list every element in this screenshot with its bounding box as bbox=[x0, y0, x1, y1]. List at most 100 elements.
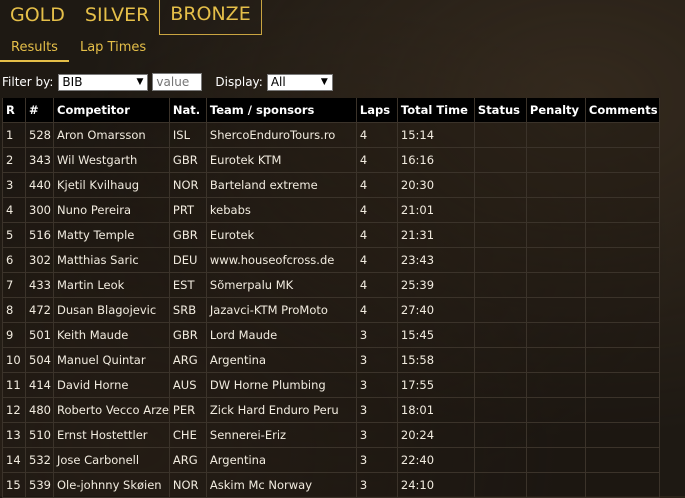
header-nat[interactable]: Nat. bbox=[169, 98, 207, 123]
cell-rank: 13 bbox=[2, 422, 26, 448]
cell-comments bbox=[585, 222, 660, 248]
cell-total-time: 22:40 bbox=[397, 447, 475, 473]
cell-competitor: Keith Maude bbox=[53, 322, 170, 348]
cell-total-time: 20:24 bbox=[397, 422, 475, 448]
cell-bib: 343 bbox=[25, 147, 54, 173]
table-row[interactable]: 3 440 Kjetil Kvilhaug NOR Barteland extreme 4… bbox=[2, 172, 660, 198]
cell-comments bbox=[585, 297, 660, 323]
cell-status bbox=[474, 272, 527, 298]
cell-comments bbox=[585, 147, 660, 173]
filter-bar: Filter by: BIB ▼ Display: All ▼ bbox=[2, 71, 333, 93]
header-team[interactable]: Team / sponsors bbox=[206, 98, 357, 123]
tab-lap-times[interactable]: Lap Times bbox=[69, 36, 157, 62]
display-value: All bbox=[270, 74, 286, 89]
cell-nat: EST bbox=[169, 272, 207, 298]
cell-rank: 6 bbox=[2, 247, 26, 273]
header-bib[interactable]: # bbox=[25, 98, 54, 123]
cell-nat: GBR bbox=[169, 222, 207, 248]
cell-team: Lord Maude bbox=[206, 322, 357, 348]
header-competitor[interactable]: Competitor bbox=[53, 98, 170, 123]
cell-status bbox=[474, 172, 527, 198]
cell-penalty bbox=[526, 222, 586, 248]
cell-status bbox=[474, 397, 527, 423]
cell-nat: ARG bbox=[169, 347, 207, 373]
header-penalty[interactable]: Penalty bbox=[526, 98, 586, 123]
table-row[interactable]: 12 480 Roberto Vecco Arze PER Zick Hard Endu… bbox=[2, 397, 660, 423]
table-row[interactable]: 2 343 Wil Westgarth GBR Eurotek KTM 4 16:16 bbox=[2, 147, 660, 173]
cell-total-time: 27:40 bbox=[397, 297, 475, 323]
cell-status bbox=[474, 222, 527, 248]
cell-comments bbox=[585, 247, 660, 273]
cell-comments bbox=[585, 472, 660, 498]
cell-bib: 440 bbox=[25, 172, 54, 198]
tab-silver[interactable]: SILVER bbox=[75, 0, 159, 32]
cell-laps: 3 bbox=[356, 347, 398, 373]
filter-field-select[interactable]: BIB ▼ bbox=[58, 73, 149, 91]
tab-results[interactable]: Results bbox=[0, 36, 69, 62]
cell-bib: 539 bbox=[25, 472, 54, 498]
header-rank[interactable]: R bbox=[2, 98, 26, 123]
header-status[interactable]: Status bbox=[474, 98, 527, 123]
table-row[interactable]: 4 300 Nuno Pereira PRT kebabs 4 21:01 bbox=[2, 197, 660, 223]
table-row[interactable]: 7 433 Martin Leok EST Sõmerpalu MK 4 25:39 bbox=[2, 272, 660, 298]
cell-laps: 3 bbox=[356, 447, 398, 473]
cell-rank: 14 bbox=[2, 447, 26, 473]
cell-comments bbox=[585, 422, 660, 448]
cell-team: Sennerei-Eriz bbox=[206, 422, 357, 448]
cell-nat: PRT bbox=[169, 197, 207, 223]
table-row[interactable]: 1 528 Aron Omarsson ISL ShercoEnduroTours.ro… bbox=[2, 122, 660, 148]
cell-penalty bbox=[526, 247, 586, 273]
tab-gold[interactable]: GOLD bbox=[0, 0, 75, 32]
table-row[interactable]: 9 501 Keith Maude GBR Lord Maude 3 15:45 bbox=[2, 322, 660, 348]
table-row[interactable]: 5 516 Matty Temple GBR Eurotek 4 21:31 bbox=[2, 222, 660, 248]
table-row[interactable]: 10 504 Manuel Quintar ARG Argentina 3 15:58 bbox=[2, 347, 660, 373]
cell-team: Jazavci-KTM ProMoto bbox=[206, 297, 357, 323]
cell-nat: NOR bbox=[169, 172, 207, 198]
header-laps[interactable]: Laps bbox=[356, 98, 398, 123]
cell-comments bbox=[585, 272, 660, 298]
display-select[interactable]: All ▼ bbox=[266, 73, 333, 91]
table-row[interactable]: 15 539 Ole-johnny Skøien NOR Askim Mc Norway… bbox=[2, 472, 660, 498]
tab-bronze[interactable]: BRONZE bbox=[159, 0, 262, 35]
cell-nat: AUS bbox=[169, 372, 207, 398]
cell-competitor: Kjetil Kvilhaug bbox=[53, 172, 170, 198]
cell-nat: ARG bbox=[169, 447, 207, 473]
cell-competitor: Dusan Blagojevic bbox=[53, 297, 170, 323]
cell-nat: PER bbox=[169, 397, 207, 423]
table-row[interactable]: 14 532 Jose Carbonell ARG Argentina 3 22:40 bbox=[2, 447, 660, 473]
cell-team: Sõmerpalu MK bbox=[206, 272, 357, 298]
cell-total-time: 18:01 bbox=[397, 397, 475, 423]
cell-rank: 7 bbox=[2, 272, 26, 298]
cell-rank: 10 bbox=[2, 347, 26, 373]
cell-nat: GBR bbox=[169, 322, 207, 348]
cell-bib: 528 bbox=[25, 122, 54, 148]
cell-status bbox=[474, 347, 527, 373]
cell-status bbox=[474, 422, 527, 448]
header-total-time[interactable]: Total Time bbox=[397, 98, 475, 123]
table-row[interactable]: 8 472 Dusan Blagojevic SRB Jazavci-KTM ProMo… bbox=[2, 297, 660, 323]
cell-comments bbox=[585, 347, 660, 373]
filter-value-input[interactable] bbox=[152, 73, 203, 91]
cell-rank: 8 bbox=[2, 297, 26, 323]
table-row[interactable]: 6 302 Matthias Saric DEU www.houseofcross.de… bbox=[2, 247, 660, 273]
header-comments[interactable]: Comments bbox=[585, 98, 660, 123]
cell-bib: 501 bbox=[25, 322, 54, 348]
cell-competitor: Matthias Saric bbox=[53, 247, 170, 273]
cell-laps: 4 bbox=[356, 222, 398, 248]
chevron-down-icon: ▼ bbox=[136, 76, 144, 87]
cell-penalty bbox=[526, 272, 586, 298]
cell-rank: 9 bbox=[2, 322, 26, 348]
cell-nat: GBR bbox=[169, 147, 207, 173]
cell-competitor: Martin Leok bbox=[53, 272, 170, 298]
table-row[interactable]: 13 510 Ernst Hostettler CHE Sennerei-Eriz 3 20… bbox=[2, 422, 660, 448]
cell-comments bbox=[585, 322, 660, 348]
cell-bib: 433 bbox=[25, 272, 54, 298]
cell-comments bbox=[585, 397, 660, 423]
cell-bib: 504 bbox=[25, 347, 54, 373]
cell-total-time: 21:01 bbox=[397, 197, 475, 223]
cell-laps: 4 bbox=[356, 147, 398, 173]
cell-penalty bbox=[526, 372, 586, 398]
table-row[interactable]: 11 414 David Horne AUS DW Horne Plumbing 3 17:… bbox=[2, 372, 660, 398]
class-tabs: GOLD SILVER BRONZE bbox=[0, 0, 262, 35]
cell-rank: 2 bbox=[2, 147, 26, 173]
